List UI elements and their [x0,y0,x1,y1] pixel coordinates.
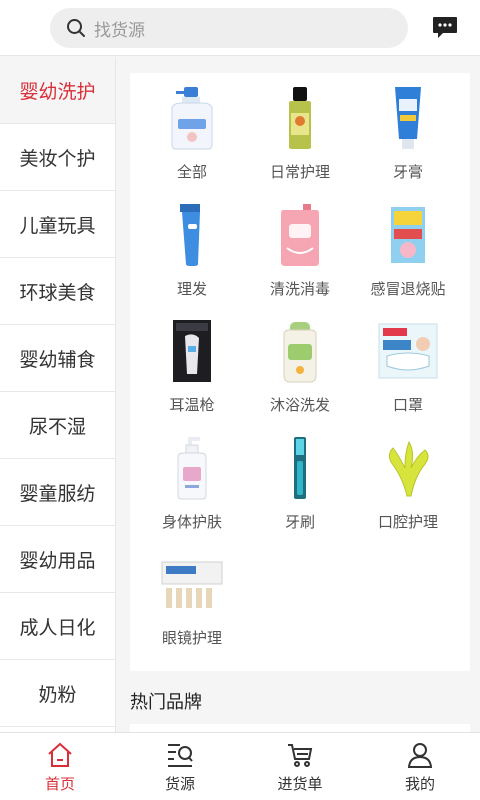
search-icon [67,19,85,37]
message-icon[interactable] [432,16,458,40]
tab-source[interactable]: 货源 [120,733,240,800]
sidebar-item-milk-powder[interactable]: 奶粉 [0,660,115,727]
sidebar-item-diapers[interactable]: 尿不湿 [0,392,115,459]
subcategory-label: 牙膏 [392,163,423,181]
toothbrush-icon [294,436,306,499]
sidebar-item-label: 环球美食 [19,281,96,304]
sidebar-item-beauty[interactable]: 美妆个护 [0,124,115,191]
toothpaste-icon [395,87,421,149]
sidebar-item-label: 奶粉 [38,683,77,706]
subcategory-label: 牙刷 [284,512,315,531]
user-icon [407,743,433,768]
subcategory-label: 眼镜护理 [161,629,222,647]
oil-bottle-icon [289,87,311,149]
tab-label: 我的 [404,775,435,793]
hot-brands-title: 热门品牌 [130,692,202,713]
subcategory-disinfect[interactable]: 清洗消毒 [246,200,354,317]
hair-clipper-icon [180,203,200,266]
subcategory-label: 口罩 [392,396,423,414]
category-sidebar: 婴幼洗护 美妆个护 儿童玩具 环球美食 婴幼辅食 尿不湿 婴童服纺 婴幼用品 成… [0,57,116,732]
tab-label: 货源 [164,775,195,793]
subcategory-haircut[interactable]: 理发 [138,200,246,317]
subcategory-label: 日常护理 [269,163,330,181]
tab-home[interactable]: 首页 [0,733,120,800]
subcategory-label: 耳温枪 [169,396,215,414]
tab-cart[interactable]: 进货单 [240,733,360,800]
tab-mine[interactable]: 我的 [360,733,480,800]
subcategory-all[interactable]: 全部 [138,83,246,200]
subcategory-label: 口腔护理 [377,512,438,531]
lotion-bottle-icon [171,87,213,150]
sidebar-item-baby-supplies[interactable]: 婴幼用品 [0,526,115,593]
sidebar-item-global-food[interactable]: 环球美食 [0,258,115,325]
subcategory-fever-patch[interactable]: 感冒退烧贴 [354,200,462,317]
search-placeholder: 找货源 [94,20,145,41]
sidebar-item-baby-food[interactable]: 婴幼辅食 [0,325,115,392]
sidebar-item-label: 婴幼用品 [19,549,96,572]
sidebar-item-label: 婴幼辅食 [19,348,96,371]
mask-box-icon [378,323,438,379]
sidebar-item-label: 美妆个护 [19,147,96,170]
subcategory-bath[interactable]: 沐浴洗发 [246,316,354,433]
subcategory-label: 理发 [176,279,207,298]
ear-thermometer-icon [173,320,211,382]
subcategory-label: 沐浴洗发 [269,396,330,414]
subcategory-eyecare[interactable]: 眼镜护理 [138,549,246,666]
subcategory-body-care[interactable]: 身体护肤 [138,433,246,550]
home-icon [48,742,72,767]
teether-icon [388,440,429,496]
tab-label: 首页 [44,775,75,793]
subcategory-label: 全部 [176,163,207,181]
sidebar-item-label: 婴幼洗护 [19,80,96,103]
sidebar-item-toys[interactable]: 儿童玩具 [0,191,115,258]
subcategory-mask[interactable]: 口罩 [354,316,462,433]
subcategory-ear-thermometer[interactable]: 耳温枪 [138,316,246,433]
search-list-icon [168,744,193,767]
shampoo-bottle-icon [283,322,317,383]
ampoule-box-icon [161,561,223,608]
subcategory-oral-care[interactable]: 口腔护理 [354,433,462,550]
sidebar-item-kids-clothing[interactable]: 婴童服纺 [0,459,115,526]
sidebar-item-label: 儿童玩具 [19,214,96,237]
refill-pouch-icon [281,203,319,266]
sidebar-item-label: 成人日化 [19,616,96,639]
sidebar-item-baby-care[interactable]: 婴幼洗护 [0,57,115,124]
subcategory-panel: 全部 日常护理 牙膏 理发 清洗消毒 感冒退烧贴 耳温枪 沐浴洗发 口罩 身体护… [130,73,470,671]
sidebar-item-label: 婴童服纺 [19,482,96,505]
search-bar[interactable]: 找货源 [50,8,408,48]
subcategory-label: 清洗消毒 [269,279,330,298]
subcategory-label: 感冒退烧贴 [370,279,446,298]
sidebar-item-adult-daily[interactable]: 成人日化 [0,593,115,660]
fever-patch-box-icon [391,206,425,263]
subcategory-label: 身体护肤 [161,512,222,531]
subcategory-toothpaste[interactable]: 牙膏 [354,83,462,200]
cart-icon [288,744,313,767]
subcategory-toothbrush[interactable]: 牙刷 [246,433,354,550]
pump-bottle-icon [177,436,207,499]
bottom-tab-bar: 首页 货源 进货单 我的 [0,732,480,800]
top-bar: 找货源 [0,0,480,56]
tab-label: 进货单 [277,775,323,793]
subcategory-daily-care[interactable]: 日常护理 [246,83,354,200]
sidebar-item-label: 尿不湿 [28,415,86,438]
